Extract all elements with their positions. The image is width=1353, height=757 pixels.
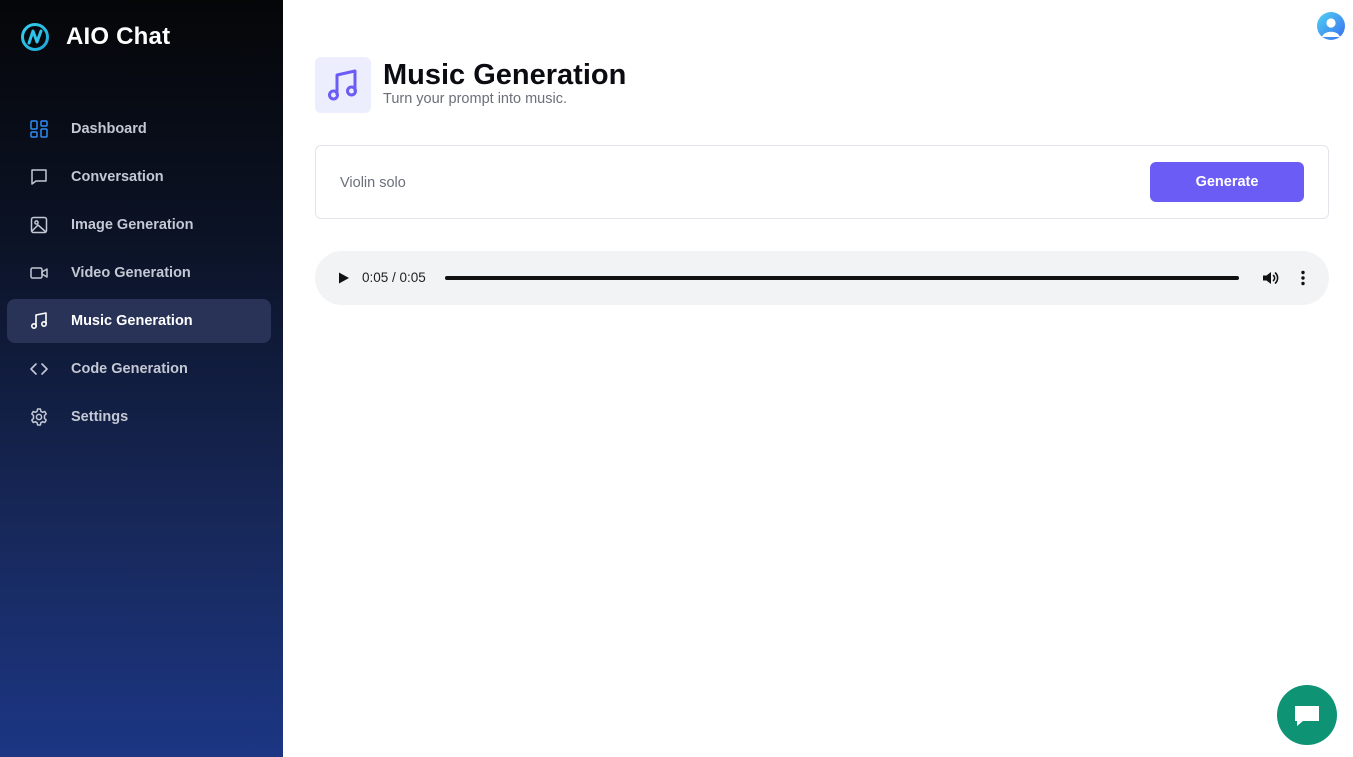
audio-time: 0:05 / 0:05: [362, 270, 426, 285]
sidebar-item-conversation[interactable]: Conversation: [7, 155, 271, 199]
code-icon: [29, 359, 49, 379]
prompt-form: Generate: [315, 145, 1329, 219]
brand[interactable]: AIO Chat: [20, 22, 170, 52]
music-icon: [29, 311, 49, 331]
page-header: Music Generation Turn your prompt into m…: [315, 57, 626, 113]
page-title: Music Generation: [383, 59, 627, 91]
sidebar-item-image-generation[interactable]: Image Generation: [7, 203, 271, 247]
sidebar-item-label: Conversation: [71, 169, 164, 185]
audio-progress-bar[interactable]: [445, 276, 1239, 280]
user-avatar[interactable]: [1317, 12, 1345, 40]
gear-icon: [29, 407, 49, 427]
sidebar-item-label: Dashboard: [71, 121, 147, 137]
header-text: Music Generation Turn your prompt into m…: [383, 57, 626, 113]
volume-icon[interactable]: [1260, 268, 1280, 288]
sidebar-item-label: Video Generation: [71, 265, 191, 281]
prompt-input[interactable]: [340, 168, 1120, 198]
sidebar-item-label: Settings: [71, 409, 129, 425]
sidebar-item-label: Music Generation: [71, 313, 193, 329]
sidebar-item-code-generation[interactable]: Code Generation: [7, 347, 271, 391]
video-icon: [29, 263, 49, 283]
sidebar-item-label: Code Generation: [71, 361, 188, 377]
sidebar-item-settings[interactable]: Settings: [7, 395, 271, 439]
sidebar-item-music-generation[interactable]: Music Generation: [7, 299, 271, 343]
more-options-icon[interactable]: [1293, 268, 1313, 288]
aio-logo-icon: [21, 23, 49, 51]
sidebar: AIO Chat Dashboard Conversation Image Ge…: [0, 0, 283, 757]
image-icon: [29, 215, 49, 235]
sidebar-item-label: Image Generation: [71, 217, 194, 233]
play-icon[interactable]: [333, 268, 353, 288]
message-icon: [1295, 706, 1319, 726]
dashboard-icon: [29, 119, 49, 139]
audio-progress-fill: [445, 276, 1239, 280]
sidebar-nav: Dashboard Conversation Image Generation: [7, 107, 271, 443]
user-icon: [1322, 18, 1340, 37]
chat-icon: [29, 167, 49, 187]
page-subtitle: Turn your prompt into music.: [383, 91, 567, 107]
generate-button[interactable]: Generate: [1150, 162, 1304, 202]
music-note-icon: [315, 57, 371, 113]
sidebar-item-video-generation[interactable]: Video Generation: [7, 251, 271, 295]
app-name: AIO Chat: [66, 23, 171, 50]
audio-player: 0:05 / 0:05: [315, 251, 1329, 305]
sidebar-item-dashboard[interactable]: Dashboard: [7, 107, 271, 151]
chat-widget-button[interactable]: [1277, 685, 1337, 745]
